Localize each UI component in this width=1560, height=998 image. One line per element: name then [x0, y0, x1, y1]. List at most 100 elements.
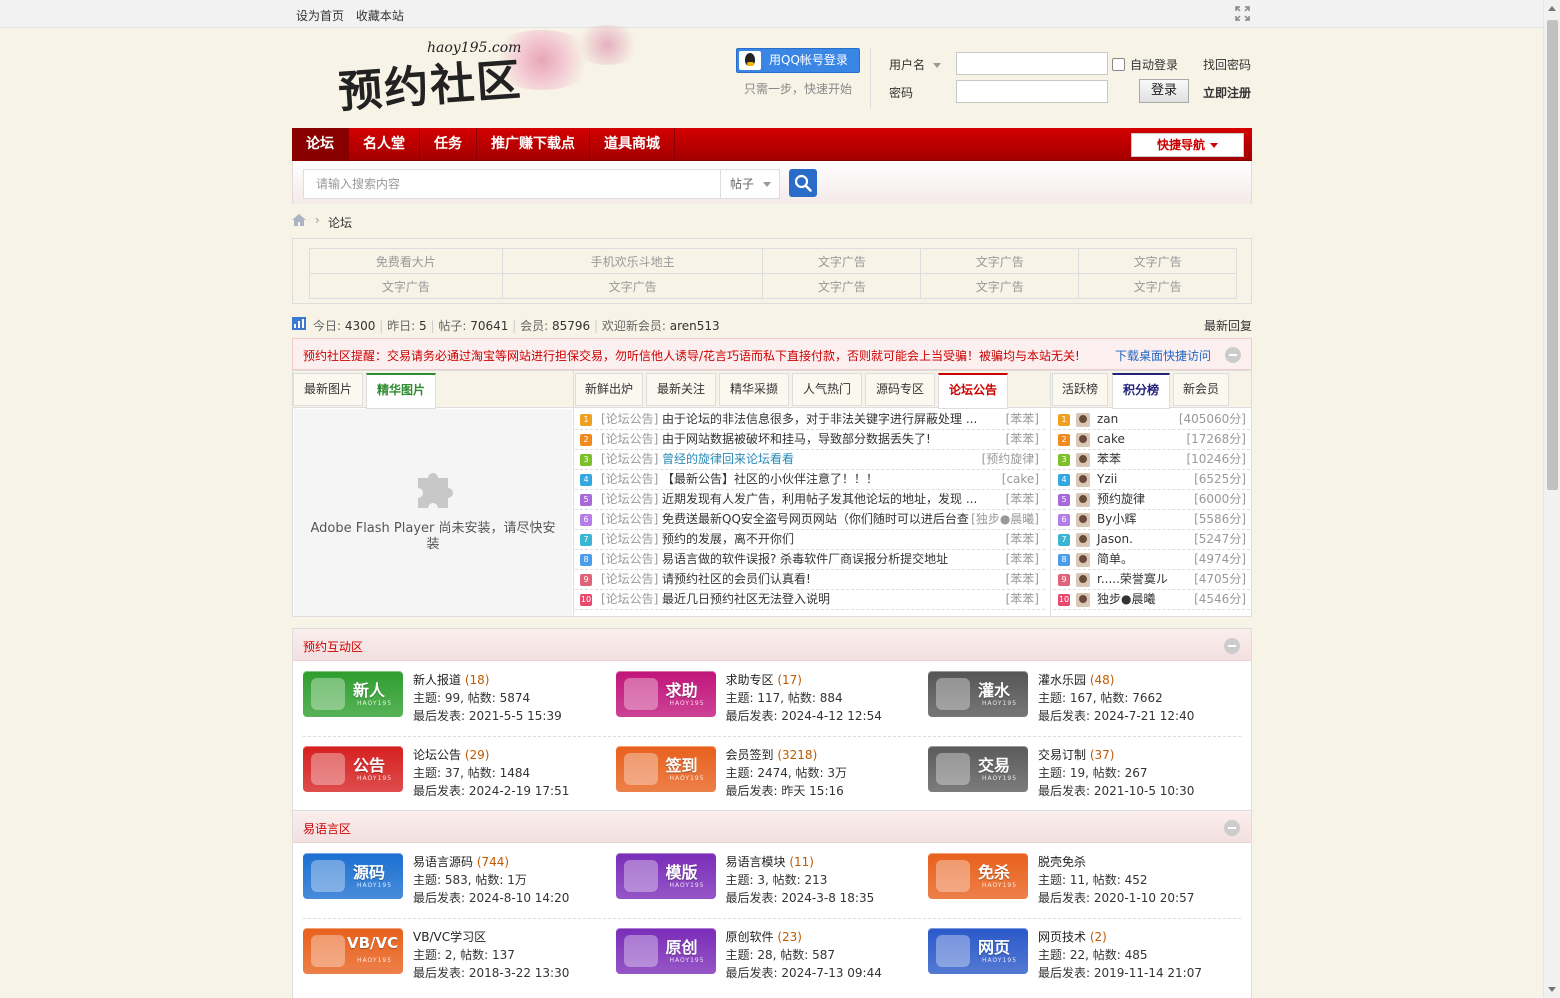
breadcrumb-current[interactable]: 论坛 [328, 214, 352, 231]
tab-latest-images[interactable]: 最新图片 [293, 373, 363, 406]
quick-nav-button[interactable]: 快捷导航 [1131, 133, 1244, 157]
forum-name[interactable]: 灌水乐园 [1038, 673, 1086, 687]
forum-name[interactable]: 易语言源码 [413, 855, 473, 869]
avatar[interactable] [1076, 553, 1090, 567]
login-button[interactable]: 登录 [1139, 79, 1189, 103]
post-category[interactable]: [论坛公告] [601, 530, 658, 549]
post-title[interactable]: 最近几日预约社区无法登入说明 [662, 590, 982, 609]
post-author[interactable]: [苯苯] [1006, 530, 1039, 549]
forum-icon[interactable]: 交易 HAOY195 [928, 746, 1028, 792]
post-title[interactable]: 免费送最新QQ安全盗号网页网站（你们随时可以进后台查 [662, 510, 982, 529]
post-category[interactable]: [论坛公告] [601, 410, 658, 429]
forum-last-post[interactable]: 最后发表: 2018-3-22 13:30 [413, 964, 569, 982]
set-home-link[interactable]: 设为首页 [296, 9, 344, 23]
post-category[interactable]: [论坛公告] [601, 550, 658, 569]
post-title[interactable]: 预约的发展，离不开你们 [662, 530, 982, 549]
post-title[interactable]: 近期发现有人发广告，利用帖子发其他论坛的地址，发现 ... [662, 490, 982, 509]
post-author[interactable]: [苯苯] [1006, 550, 1039, 569]
ad-link[interactable]: 文字广告 [920, 273, 1080, 299]
username-label[interactable]: 用户名 [889, 56, 941, 73]
page-scrollbar[interactable] [1543, 0, 1560, 998]
rank-username[interactable]: 简单。 [1097, 550, 1133, 569]
post-author[interactable]: [cake] [1002, 470, 1039, 489]
ad-link[interactable]: 文字广告 [762, 248, 922, 274]
rank-username[interactable]: 独步●晨曦 [1097, 590, 1155, 609]
nav-item-forum[interactable]: 论坛 [292, 128, 349, 161]
bookmark-link[interactable]: 收藏本站 [356, 9, 404, 23]
nav-item-tasks[interactable]: 任务 [420, 128, 477, 161]
forum-last-post[interactable]: 最后发表: 2024-7-13 09:44 [726, 964, 882, 982]
post-title[interactable]: 由于论坛的非法信息很多，对于非法关键字进行屏蔽处理 ... [662, 410, 982, 429]
tab-new-members[interactable]: 新会员 [1173, 373, 1229, 406]
forum-last-post[interactable]: 最后发表: 2024-7-21 12:40 [1038, 707, 1194, 725]
ad-link[interactable]: 文字广告 [920, 248, 1080, 274]
forum-name[interactable]: 求助专区 [726, 673, 774, 687]
collapse-icon[interactable] [1224, 820, 1240, 836]
latest-replies-link[interactable]: 最新回复 [1204, 317, 1252, 334]
forum-last-post[interactable]: 最后发表: 2021-10-5 10:30 [1038, 782, 1194, 800]
collapse-icon[interactable] [1224, 638, 1240, 654]
site-logo[interactable]: 预约社区 haoy195.com [312, 25, 752, 120]
forum-last-post[interactable]: 最后发表: 2021-5-5 15:39 [413, 707, 562, 725]
forum-name[interactable]: 脱壳免杀 [1038, 855, 1086, 869]
auto-login-checkbox[interactable] [1112, 58, 1125, 71]
post-category[interactable]: [论坛公告] [601, 470, 658, 489]
rank-username[interactable]: r.....荣誉寞ル [1097, 570, 1168, 589]
password-input[interactable] [956, 80, 1108, 103]
avatar[interactable] [1076, 593, 1090, 607]
post-author[interactable]: [苯苯] [1006, 570, 1039, 589]
nav-item-promote[interactable]: 推广赚下载点 [477, 128, 590, 161]
forum-icon[interactable]: 免杀 HAOY195 [928, 853, 1028, 899]
post-author[interactable]: [苯苯] [1006, 430, 1039, 449]
post-title[interactable]: 请预约社区的会员们认真看! [662, 570, 982, 589]
section-title[interactable]: 易语言区 [303, 820, 351, 837]
forum-last-post[interactable]: 最后发表: 2024-4-12 12:54 [726, 707, 882, 725]
username-input[interactable] [956, 52, 1108, 75]
tab-fresh[interactable]: 新鲜出炉 [575, 373, 643, 406]
avatar[interactable] [1076, 453, 1090, 467]
forum-icon[interactable]: 源码 HAOY195 [303, 853, 403, 899]
nav-item-shop[interactable]: 道具商城 [590, 128, 675, 161]
search-button[interactable] [789, 169, 817, 197]
forum-name[interactable]: 交易订制 [1038, 748, 1086, 762]
rank-username[interactable]: cake [1097, 430, 1125, 449]
forum-icon[interactable]: 灌水 HAOY195 [928, 671, 1028, 717]
post-category[interactable]: [论坛公告] [601, 490, 658, 509]
forum-icon[interactable]: 网页 HAOY195 [928, 928, 1028, 974]
forum-last-post[interactable]: 最后发表: 2024-2-19 17:51 [413, 782, 569, 800]
tab-featured-images[interactable]: 精华图片 [366, 373, 436, 409]
post-category[interactable]: [论坛公告] [601, 430, 658, 449]
rank-username[interactable]: 预约旋律 [1097, 490, 1145, 509]
find-password-link[interactable]: 找回密码 [1203, 56, 1251, 73]
search-type-select[interactable]: 帖子 [720, 169, 780, 199]
tab-popular[interactable]: 人气热门 [792, 373, 862, 406]
ad-link[interactable]: 文字广告 [1078, 248, 1237, 274]
post-title[interactable]: 曾经的旋律回来论坛看看 [662, 450, 982, 469]
post-author[interactable]: [预约旋律] [982, 450, 1039, 469]
fullscreen-icon[interactable] [1235, 6, 1250, 21]
ad-link[interactable]: 文字广告 [309, 273, 503, 299]
post-author[interactable]: [独步●晨曦] [971, 510, 1039, 529]
tab-source[interactable]: 源码专区 [865, 373, 935, 406]
forum-name[interactable]: VB/VC学习区 [413, 930, 486, 944]
forum-icon[interactable]: 公告 HAOY195 [303, 746, 403, 792]
ad-link[interactable]: 文字广告 [1078, 273, 1237, 299]
register-link[interactable]: 立即注册 [1203, 84, 1251, 101]
forum-icon[interactable]: 模版 HAOY195 [615, 853, 716, 899]
download-shortcut-link[interactable]: 下载桌面快捷访问 [1115, 347, 1211, 364]
forum-name[interactable]: 易语言模块 [726, 855, 786, 869]
forum-icon[interactable]: 签到 HAOY195 [615, 746, 716, 792]
post-author[interactable]: [苯苯] [1006, 410, 1039, 429]
tab-featured[interactable]: 精华采撷 [719, 373, 789, 406]
post-title[interactable]: 【最新公告】社区的小伙伴注意了！！！ [662, 470, 982, 489]
post-author[interactable]: [苯苯] [1006, 590, 1039, 609]
forum-icon[interactable]: 求助 HAOY195 [615, 671, 716, 717]
scroll-down-icon[interactable] [1548, 987, 1556, 992]
collapse-icon[interactable] [1225, 347, 1241, 363]
avatar[interactable] [1076, 573, 1090, 587]
ad-link[interactable]: 免费看大片 [309, 248, 503, 274]
rank-username[interactable]: zan [1097, 410, 1118, 429]
scroll-up-icon[interactable] [1548, 6, 1556, 11]
post-category[interactable]: [论坛公告] [601, 590, 658, 609]
forum-name[interactable]: 新人报道 [413, 673, 461, 687]
